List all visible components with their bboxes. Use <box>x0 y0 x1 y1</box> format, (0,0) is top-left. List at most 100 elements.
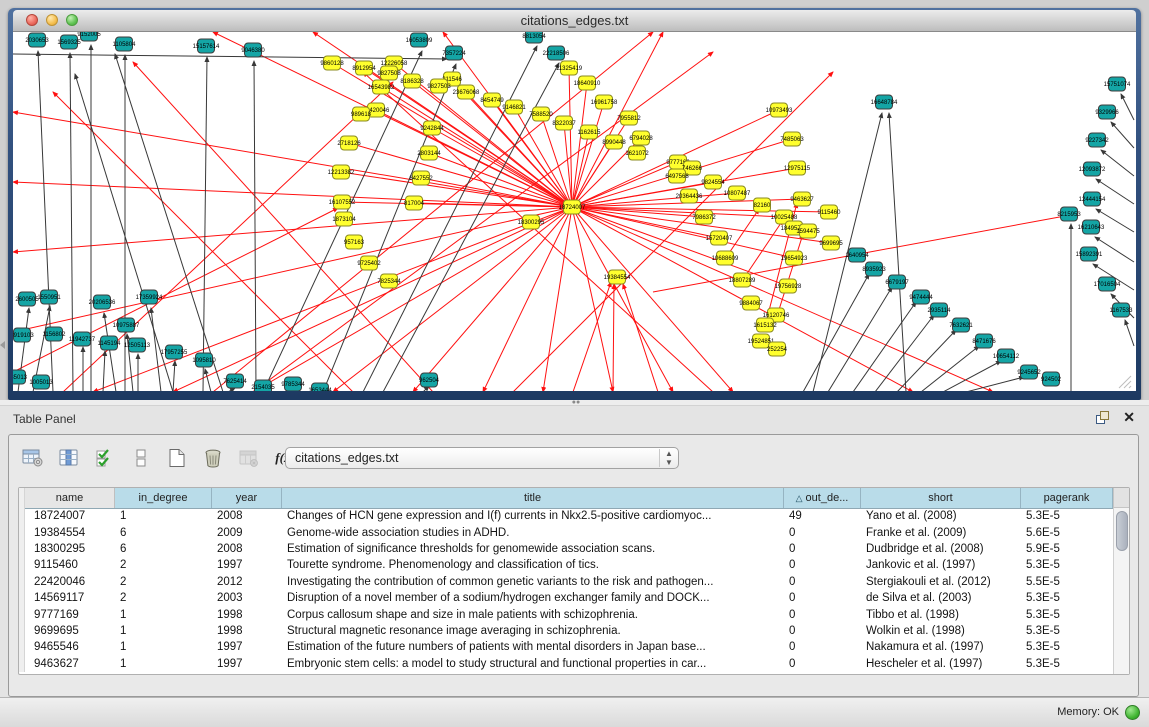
graph-node-label: 16648784 <box>871 100 898 106</box>
graph-node-label: 8935923 <box>862 267 886 273</box>
table-cell: Stergiakouli et al. (2012) <box>861 576 1021 588</box>
graph-node-label: 12213382 <box>328 170 355 176</box>
select-all-icon[interactable] <box>93 447 117 469</box>
table-row[interactable]: 946554611997Estimation of the future num… <box>19 639 1113 655</box>
vertical-scrollbar[interactable] <box>1113 508 1129 674</box>
table-row[interactable]: 911546021997Tourette syndrome. Phenomeno… <box>19 557 1113 573</box>
network-canvas[interactable]: 2030653156932591520051105804151576149046… <box>13 32 1136 391</box>
table-panel: Table Panel ✕ <box>0 406 1149 697</box>
new-document-icon[interactable] <box>165 447 189 469</box>
memory-status-icon[interactable] <box>1125 705 1140 720</box>
column-header-year[interactable]: year <box>212 488 282 508</box>
graph-edge <box>572 207 613 391</box>
table-selector-dropdown[interactable]: citations_edges.txt ▲▼ <box>285 447 679 469</box>
table-row[interactable]: 1872400712008Changes of HCN gene express… <box>19 508 1113 524</box>
graph-node-label: 18300295 <box>518 220 545 226</box>
graph-node-label: 17016504 <box>1094 282 1121 288</box>
row-management-icon[interactable] <box>129 447 153 469</box>
table-cell: Wolkin et al. (1998) <box>861 625 1021 637</box>
network-window-titlebar[interactable]: citations_edges.txt <box>13 10 1136 32</box>
graph-node-label: 9046380 <box>241 48 265 54</box>
graph-node-label: 2154035 <box>251 385 275 391</box>
float-panel-icon[interactable] <box>1096 411 1109 424</box>
column-header-title[interactable]: title <box>282 488 784 508</box>
table-cell: 1998 <box>212 625 282 637</box>
table-body[interactable]: 1872400712008Changes of HCN gene express… <box>19 508 1113 674</box>
graph-node-label: 9227342 <box>1085 138 1109 144</box>
graph-node-label: 2718126 <box>337 141 361 147</box>
graph-node-label: 252254 <box>767 347 788 353</box>
graph-node-label: 9463627 <box>790 197 814 203</box>
table-cell: 5.3E-5 <box>1021 641 1113 653</box>
column-header-short[interactable]: short <box>861 488 1021 508</box>
delete-rows-trash-icon[interactable] <box>201 447 225 469</box>
table-cell: 9777169 <box>25 609 115 621</box>
graph-edge <box>173 361 175 391</box>
column-header-in_degree[interactable]: in_degree <box>115 488 212 508</box>
table-cell: Hescheler et al. (1997) <box>861 658 1021 670</box>
graph-node-label: 18724007 <box>559 205 586 211</box>
graph-node-label: 9152005 <box>77 32 101 38</box>
graph-node-label: 7625414 <box>223 379 247 385</box>
delete-table-icon[interactable] <box>237 447 261 469</box>
table-cell: 0 <box>784 641 861 653</box>
table-row[interactable]: 946362711997Embryonic stem cells: a mode… <box>19 656 1113 672</box>
node-table-container: f(x) citations_edges.txt ▲▼ namein_degre… <box>8 434 1139 697</box>
graph-node-label: 20364436 <box>676 194 703 200</box>
table-cell: Genome-wide association studies in ADHD. <box>282 527 784 539</box>
graph-node-label: 7955812 <box>617 116 641 122</box>
graph-node-label: 8186328 <box>400 79 424 85</box>
graph-edge <box>572 207 794 258</box>
table-cell: 5.9E-5 <box>1021 543 1113 555</box>
graph-edge <box>93 207 572 391</box>
table-cell: 2008 <box>212 543 282 555</box>
splitter-handle-icon[interactable]: ●● <box>570 400 582 405</box>
table-cell: Jankovic et al. (1997) <box>861 559 1021 571</box>
graph-node-label: 11942737 <box>69 337 96 343</box>
graph-node-label: 9827508 <box>377 71 401 77</box>
table-row[interactable]: 1456911722003Disruption of a novel membe… <box>19 590 1113 606</box>
graph-edge <box>572 207 733 391</box>
table-cell: 9115460 <box>25 559 115 571</box>
graph-node-label: 9884067 <box>739 301 763 307</box>
collapse-panel-arrow[interactable] <box>0 341 5 349</box>
graph-node-label: 11325419 <box>556 66 583 72</box>
table-header[interactable]: namein_degreeyeartitle△out_de...shortpag… <box>19 488 1129 509</box>
table-settings-icon[interactable] <box>21 447 45 469</box>
table-row[interactable]: 969969511998Structural magnetic resonanc… <box>19 623 1113 639</box>
table-row[interactable]: 1830029562008Estimation of significance … <box>19 541 1113 557</box>
graph-edge <box>803 274 869 391</box>
column-header-name[interactable]: name <box>25 488 115 508</box>
graph-node-label: 18640910 <box>574 81 601 87</box>
graph-node-label: 1005013 <box>29 380 53 386</box>
graph-edge <box>413 207 572 391</box>
graph-node-label: 12505113 <box>124 343 151 349</box>
table-row[interactable]: 2242004622012Investigating the contribut… <box>19 574 1113 590</box>
table-row[interactable]: 1938455462009Genome-wide association stu… <box>19 524 1113 540</box>
scrollbar-corner <box>1113 488 1129 508</box>
table-row[interactable]: 977716911998Corpus callosum shape and si… <box>19 606 1113 622</box>
scrollbar-thumb[interactable] <box>1116 511 1128 551</box>
graph-node-label: 1873104 <box>332 217 356 223</box>
column-header-out_de[interactable]: △out_de... <box>784 488 861 508</box>
column-management-icon[interactable] <box>57 447 81 469</box>
table-cell: 1997 <box>212 658 282 670</box>
table-cell: 5.6E-5 <box>1021 527 1113 539</box>
graph-node-label: 9115460 <box>818 210 842 216</box>
table-cell: 9465546 <box>25 641 115 653</box>
table-cell: 2003 <box>212 592 282 604</box>
table-panel-title: Table Panel <box>13 412 76 426</box>
graph-node-label: 1640954 <box>845 253 869 259</box>
table-cell: 1997 <box>212 559 282 571</box>
graph-node-label: 18807289 <box>729 278 756 284</box>
graph-node-label: 9860128 <box>320 61 344 67</box>
close-panel-icon[interactable]: ✕ <box>1123 411 1135 424</box>
graph-node-label: 19384554 <box>604 275 631 281</box>
graph-node-label: 9242844 <box>420 126 444 132</box>
graph-node-label: 9699695 <box>819 241 843 247</box>
graph-node-label: 9146821 <box>502 105 526 111</box>
graph-node-label: 1167533 <box>1110 308 1134 314</box>
column-header-pagerank[interactable]: pagerank <box>1021 488 1113 508</box>
sort-ascending-icon: △ <box>796 493 803 504</box>
table-cell: 2012 <box>212 576 282 588</box>
